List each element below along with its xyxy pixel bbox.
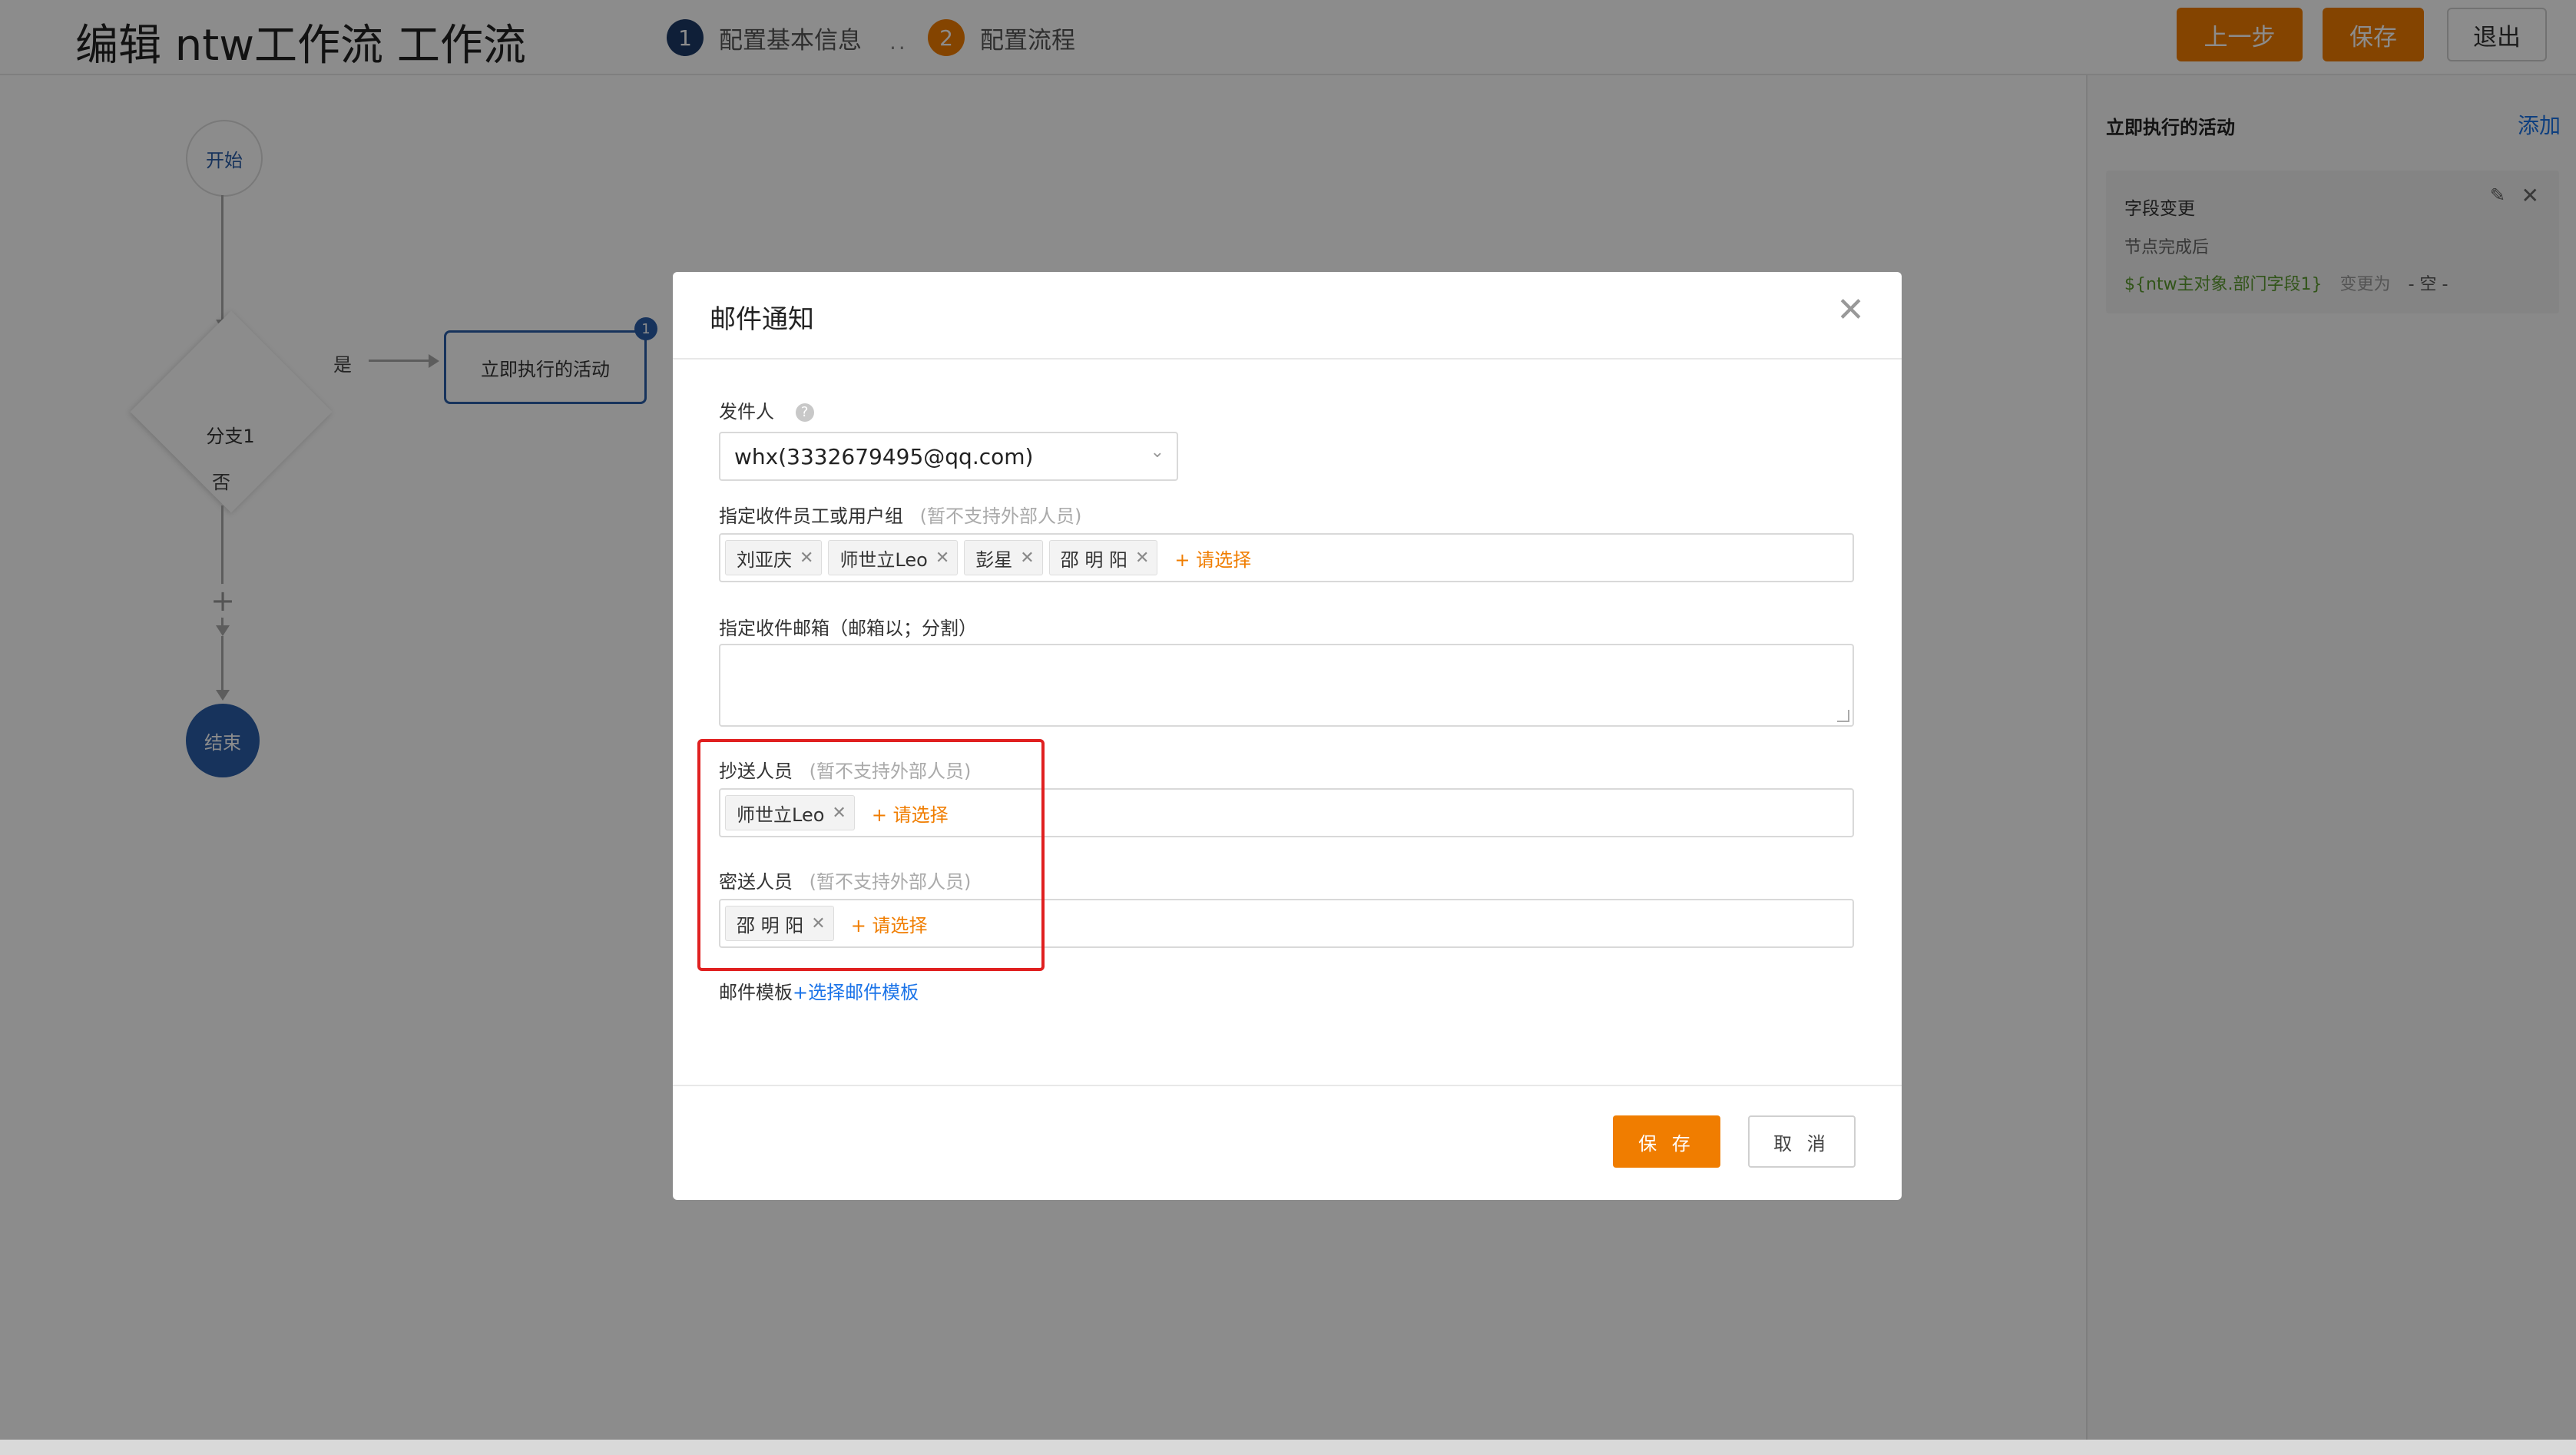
dialog-save-button[interactable]: 保 存 — [1613, 1115, 1720, 1168]
dialog-header: 邮件通知 ✕ — [673, 272, 1902, 360]
highlight-box — [697, 739, 1045, 971]
recipients-hint: (暂不支持外部人员) — [919, 505, 1082, 527]
sender-value: whx(3332679495@qq.com) — [734, 443, 1034, 469]
emails-label: 指定收件邮箱（邮箱以；分割） — [719, 618, 977, 639]
recipient-tag: 彭星 ✕ — [964, 540, 1043, 575]
resize-handle-icon[interactable] — [1837, 710, 1849, 722]
tag-label: 邵 明 阳 — [1060, 549, 1127, 571]
remove-tag-icon[interactable]: ✕ — [1020, 549, 1034, 568]
bottom-strip — [0, 1440, 2576, 1455]
template-row: 邮件模板+选择邮件模板 — [719, 977, 919, 1004]
recipients-input[interactable]: 刘亚庆 ✕ 师世立Leo ✕ 彭星 ✕ 邵 明 阳 ✕ + 请选择 — [719, 533, 1854, 582]
pick-recipients-link[interactable]: + 请选择 — [1174, 545, 1251, 572]
sender-label: 发件人 ? — [719, 396, 814, 423]
dialog-cancel-button[interactable]: 取 消 — [1748, 1115, 1856, 1168]
tag-label: 师世立Leo — [839, 549, 928, 571]
chevron-down-icon: ⌄ — [1150, 442, 1164, 462]
recipients-label: 指定收件员工或用户组 (暂不支持外部人员) — [719, 501, 1081, 528]
sender-label-text: 发件人 — [719, 401, 774, 423]
dialog-title: 邮件通知 — [710, 304, 814, 335]
remove-tag-icon[interactable]: ✕ — [1135, 549, 1149, 568]
choose-template-link[interactable]: +选择邮件模板 — [793, 982, 919, 1003]
sender-select[interactable]: whx(3332679495@qq.com) ⌄ — [719, 432, 1178, 481]
remove-tag-icon[interactable]: ✕ — [935, 549, 949, 568]
emails-textarea[interactable] — [719, 644, 1854, 727]
tag-label: 彭星 — [975, 549, 1013, 571]
recipient-tag: 邵 明 阳 ✕ — [1048, 540, 1158, 575]
recipients-label-text: 指定收件员工或用户组 — [719, 505, 903, 527]
dialog-footer-divider — [673, 1085, 1902, 1086]
email-notification-dialog: 邮件通知 ✕ 发件人 ? whx(3332679495@qq.com) ⌄ 指定… — [673, 272, 1902, 1200]
template-label: 邮件模板 — [719, 982, 793, 1003]
tag-label: 刘亚庆 — [737, 549, 792, 571]
recipient-tag: 师世立Leo ✕ — [828, 540, 959, 575]
help-icon[interactable]: ? — [795, 403, 814, 422]
close-icon[interactable]: ✕ — [1836, 290, 1865, 330]
recipient-tag: 刘亚庆 ✕ — [725, 540, 823, 575]
remove-tag-icon[interactable]: ✕ — [800, 549, 813, 568]
